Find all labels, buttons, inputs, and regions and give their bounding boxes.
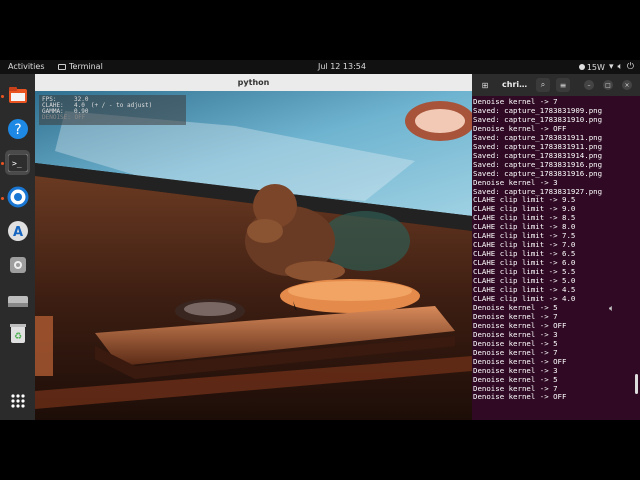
search-icon[interactable]: ⌕ bbox=[536, 78, 550, 92]
terminal-window[interactable]: ⊞ chri… ⌕ ≡ – □ × Denoise kernel -> 7 Sav… bbox=[472, 74, 640, 420]
terminal-icon[interactable]: >_ bbox=[5, 150, 30, 175]
trash-icon[interactable]: ♻ bbox=[5, 320, 30, 345]
settings-icon[interactable] bbox=[5, 252, 30, 277]
svg-text:>_: >_ bbox=[12, 159, 22, 168]
focused-app-name: Terminal bbox=[69, 62, 103, 71]
maximize-icon[interactable]: □ bbox=[603, 80, 613, 90]
help-icon[interactable]: ? bbox=[5, 116, 30, 141]
terminal-title: chri… bbox=[502, 80, 528, 89]
terminal-app-icon bbox=[58, 63, 66, 70]
clock[interactable]: Jul 12 13:54 bbox=[318, 62, 366, 71]
menu-icon[interactable]: ≡ bbox=[556, 78, 570, 92]
weather-indicator[interactable]: 15W bbox=[578, 62, 605, 72]
top-bar: Activities Terminal Jul 12 13:54 15W ▾ 🔈… bbox=[0, 60, 640, 74]
svg-text:?: ? bbox=[14, 122, 21, 138]
drive-icon[interactable] bbox=[5, 288, 30, 313]
power-icon[interactable]: ⏻ bbox=[627, 61, 634, 73]
running-indicator bbox=[1, 95, 4, 98]
python-window-title[interactable]: python bbox=[35, 74, 472, 91]
dock: ? >_ A ♻ bbox=[0, 74, 35, 420]
denoise-status: DENOISE: OFF bbox=[42, 114, 86, 121]
activities-button[interactable]: Activities bbox=[8, 62, 45, 71]
system-tray[interactable]: 15W ▾ 🔈︎ ⏻ bbox=[578, 61, 634, 73]
show-apps-icon[interactable] bbox=[5, 388, 30, 413]
running-indicator bbox=[1, 197, 4, 200]
software-center-icon[interactable]: A bbox=[5, 218, 30, 243]
close-icon[interactable]: × bbox=[622, 80, 632, 90]
volume-osd-icon: 🔈︎ bbox=[609, 304, 615, 314]
weather-text: 15W bbox=[586, 62, 605, 72]
overlay-hud: FPS: 32.0 CLAHE: 4.0 (+ / - to adjust) GAMM… bbox=[39, 95, 186, 125]
clahe-hint: (+ / - to adjust) bbox=[90, 102, 153, 109]
desktop-screen: Activities Terminal Jul 12 13:54 15W ▾ 🔈… bbox=[0, 60, 640, 420]
minimize-icon[interactable]: – bbox=[584, 80, 594, 90]
weather-icon bbox=[578, 64, 585, 70]
new-tab-icon[interactable]: ⊞ bbox=[478, 78, 492, 92]
network-icon[interactable]: ▾ bbox=[609, 61, 614, 73]
running-indicator bbox=[1, 162, 4, 165]
terminal-output[interactable]: Denoise kernel -> 7 Saved: capture_178383… bbox=[472, 96, 640, 420]
focused-app-menu[interactable]: Terminal bbox=[58, 62, 103, 71]
terminal-line: Denoise kernel -> OFF bbox=[473, 392, 567, 402]
python-window[interactable]: python FPS: 32.0 CLAHE: 4.0 (+ / - to ad… bbox=[35, 74, 472, 420]
camera-feed[interactable]: FPS: 32.0 CLAHE: 4.0 (+ / - to adjust) GAMM… bbox=[35, 91, 472, 420]
terminal-titlebar[interactable]: ⊞ chri… ⌕ ≡ – □ × bbox=[472, 74, 640, 96]
svg-text:♻: ♻ bbox=[13, 332, 21, 342]
camera-frame-image bbox=[35, 91, 472, 420]
volume-icon[interactable]: 🔈︎ bbox=[617, 61, 622, 73]
files-icon[interactable] bbox=[5, 82, 30, 107]
chrome-icon[interactable] bbox=[5, 184, 30, 209]
terminal-scrollbar[interactable] bbox=[635, 374, 638, 394]
svg-text:A: A bbox=[12, 225, 22, 240]
